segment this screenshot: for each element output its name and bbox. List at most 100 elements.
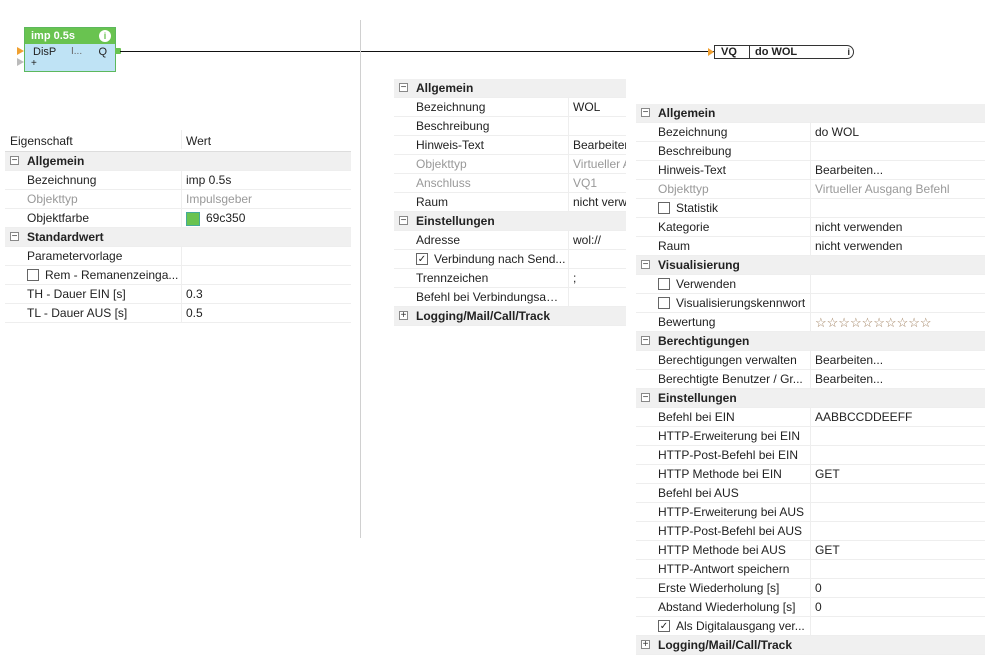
property-row[interactable]: Hinweis-Text Bearbeiten <box>394 136 626 155</box>
property-value[interactable]: Bearbeiten <box>568 136 626 154</box>
property-value[interactable]: VQ1 <box>568 174 626 192</box>
collapse-icon[interactable]: − <box>641 336 650 346</box>
property-row[interactable]: Visualisierungskennwort <box>636 294 985 313</box>
property-row[interactable]: Objektfarbe 69c350 <box>5 209 351 228</box>
property-value[interactable]: Virtueller Ausgang Befehl <box>810 180 985 198</box>
property-row[interactable]: Objekttyp Impulsgeber <box>5 190 351 209</box>
category-row[interactable]: − Einstellungen <box>636 389 985 408</box>
rating-stars[interactable]: ☆☆☆☆☆☆☆☆☆☆ <box>815 315 932 330</box>
property-row[interactable]: Berechtigungen verwalten Bearbeiten... <box>636 351 985 370</box>
collapse-icon[interactable]: − <box>641 108 650 118</box>
property-row[interactable]: Verwenden <box>636 275 985 294</box>
property-row[interactable]: TL - Dauer AUS [s] 0.5 <box>5 304 351 323</box>
property-value[interactable] <box>568 117 626 135</box>
color-swatch[interactable] <box>186 211 200 226</box>
property-value[interactable]: Bearbeiten... <box>810 370 985 388</box>
property-value[interactable] <box>810 503 985 521</box>
category-row[interactable]: − Allgemein <box>5 152 351 171</box>
property-row[interactable]: Erste Wiederholung [s] 0 <box>636 579 985 598</box>
property-row[interactable]: Statistik <box>636 199 985 218</box>
property-value[interactable] <box>181 247 351 265</box>
property-row[interactable]: Befehl bei EIN AABBCCDDEEFF <box>636 408 985 427</box>
property-row[interactable]: ✓ Verbindung nach Send... <box>394 250 626 269</box>
property-row[interactable]: Objekttyp Virtueller Ausgang Befehl <box>636 180 985 199</box>
property-row[interactable]: Anschluss VQ1 <box>394 174 626 193</box>
property-value[interactable]: ☆☆☆☆☆☆☆☆☆☆ <box>810 313 985 331</box>
property-value[interactable]: WOL <box>568 98 626 116</box>
property-value[interactable]: imp 0.5s <box>181 171 351 189</box>
property-value[interactable]: 0 <box>810 579 985 597</box>
property-row[interactable]: HTTP-Erweiterung bei EIN <box>636 427 985 446</box>
collapse-icon[interactable]: − <box>641 260 650 270</box>
property-row[interactable]: HTTP Methode bei EIN GET <box>636 465 985 484</box>
property-value[interactable]: Virtueller A <box>568 155 626 173</box>
property-row[interactable]: Berechtigte Benutzer / Gr... Bearbeiten..… <box>636 370 985 389</box>
checkbox[interactable] <box>658 278 670 290</box>
property-row[interactable]: Bezeichnung WOL <box>394 98 626 117</box>
property-row[interactable]: Abstand Wiederholung [s] 0 <box>636 598 985 617</box>
block-input-pin-2[interactable] <box>17 58 24 66</box>
property-value[interactable]: nicht verwenden <box>810 237 985 255</box>
property-row[interactable]: Raum nicht verwenden <box>636 237 985 256</box>
checkbox[interactable] <box>658 297 670 309</box>
property-value[interactable]: 0.3 <box>181 285 351 303</box>
collapse-icon[interactable]: − <box>641 393 650 403</box>
property-value[interactable]: GET <box>810 465 985 483</box>
category-row[interactable]: − Standardwert <box>5 228 351 247</box>
property-row[interactable]: Befehl bei Verbindungsauf... <box>394 288 626 307</box>
property-value[interactable] <box>181 266 351 284</box>
property-row[interactable]: Objekttyp Virtueller A <box>394 155 626 174</box>
property-row[interactable]: Beschreibung <box>636 142 985 161</box>
property-value[interactable] <box>568 288 626 306</box>
add-input-icon[interactable]: + <box>31 58 37 69</box>
property-value[interactable]: nicht verwenden <box>810 218 985 236</box>
property-value[interactable]: Bearbeiten... <box>810 161 985 179</box>
property-value[interactable] <box>810 522 985 540</box>
collapse-icon[interactable]: − <box>10 232 19 242</box>
property-row[interactable]: Kategorie nicht verwenden <box>636 218 985 237</box>
property-value[interactable]: 0.5 <box>181 304 351 322</box>
property-row[interactable]: HTTP Methode bei AUS GET <box>636 541 985 560</box>
info-icon[interactable]: i <box>847 47 850 57</box>
property-value[interactable]: Impulsgeber <box>181 190 351 208</box>
property-value[interactable] <box>810 484 985 502</box>
checkbox[interactable] <box>27 269 39 281</box>
property-value[interactable] <box>568 250 626 268</box>
property-row[interactable]: HTTP-Post-Befehl bei AUS <box>636 522 985 541</box>
property-row[interactable]: Adresse wol:// <box>394 231 626 250</box>
property-value[interactable] <box>810 294 985 312</box>
expand-icon[interactable]: + <box>399 311 408 321</box>
checkbox[interactable]: ✓ <box>658 620 670 632</box>
column-header-property[interactable]: Eigenschaft <box>10 130 73 151</box>
property-row[interactable]: HTTP-Post-Befehl bei EIN <box>636 446 985 465</box>
expand-icon[interactable]: + <box>641 640 650 650</box>
category-row[interactable]: + Logging/Mail/Call/Track <box>636 636 985 655</box>
collapse-icon[interactable]: − <box>399 216 408 226</box>
category-row[interactable]: − Einstellungen <box>394 212 626 231</box>
property-row[interactable]: Parametervorlage <box>5 247 351 266</box>
property-row[interactable]: Bezeichnung imp 0.5s <box>5 171 351 190</box>
property-value[interactable]: do WOL <box>810 123 985 141</box>
property-value[interactable]: Bearbeiten... <box>810 351 985 369</box>
collapse-icon[interactable]: − <box>10 156 19 166</box>
property-row[interactable]: HTTP-Antwort speichern <box>636 560 985 579</box>
property-row[interactable]: TH - Dauer EIN [s] 0.3 <box>5 285 351 304</box>
property-value[interactable]: ; <box>568 269 626 287</box>
property-value[interactable]: nicht verw <box>568 193 626 211</box>
property-value[interactable] <box>810 560 985 578</box>
property-row[interactable]: Befehl bei AUS <box>636 484 985 503</box>
block-input-pin[interactable] <box>17 47 24 55</box>
property-value[interactable] <box>810 142 985 160</box>
property-row[interactable]: Rem - Remanenzeinga... <box>5 266 351 285</box>
property-row[interactable]: Trennzeichen; <box>394 269 626 288</box>
property-row[interactable]: Hinweis-Text Bearbeiten... <box>636 161 985 180</box>
property-value[interactable] <box>810 275 985 293</box>
property-value[interactable]: 69c350 <box>181 209 351 227</box>
property-row[interactable]: Bewertung ☆☆☆☆☆☆☆☆☆☆ <box>636 313 985 332</box>
column-header-value[interactable]: Wert <box>181 130 211 149</box>
function-block-impulse[interactable]: imp 0.5s i DisP I... Q + <box>24 27 116 72</box>
property-row[interactable]: Raum nicht verw <box>394 193 626 212</box>
property-value[interactable] <box>810 199 985 217</box>
property-row[interactable]: Bezeichnung do WOL <box>636 123 985 142</box>
category-row[interactable]: − Allgemein <box>636 104 985 123</box>
